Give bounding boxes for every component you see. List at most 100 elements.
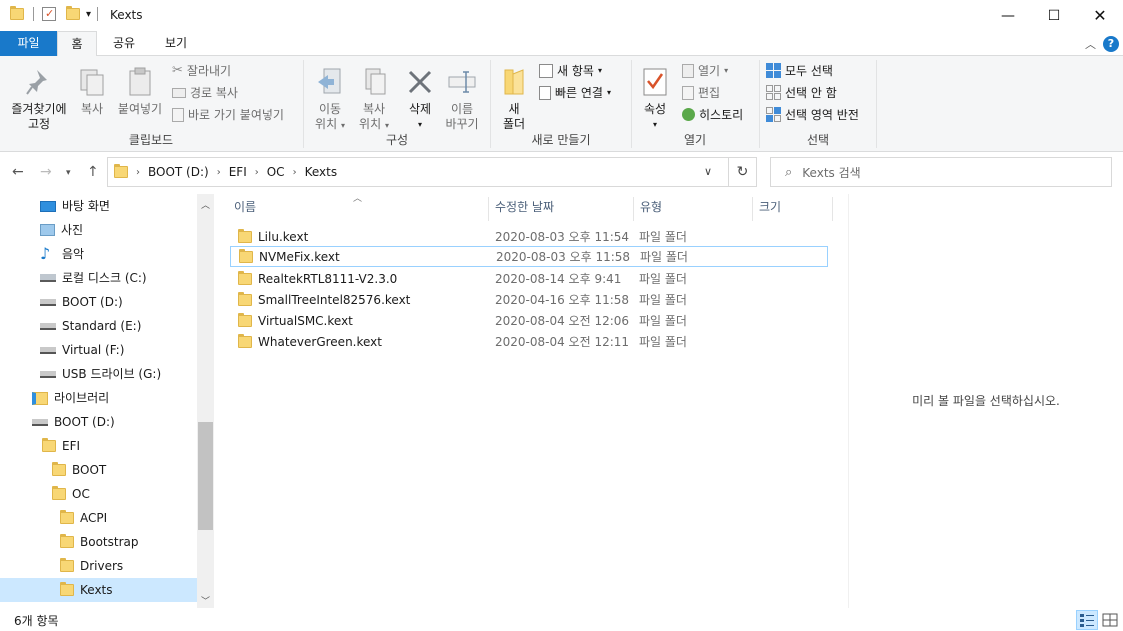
collapse-ribbon-chevron-icon[interactable]: ︿ xyxy=(1085,36,1096,52)
paste-button[interactable]: 붙여넣기 xyxy=(114,60,166,117)
easy-access-button[interactable]: 빠른 연결 ▾ xyxy=(539,84,611,101)
pin-label-line1: 즐겨찾기에 xyxy=(11,102,67,116)
open-button[interactable]: 열기 ▾ xyxy=(682,62,728,79)
move-to-button[interactable]: 이동 위치 ▾ xyxy=(308,60,352,133)
nav-item-label: Bootstrap xyxy=(80,535,139,549)
tab-share[interactable]: 공유 xyxy=(104,31,144,56)
edit-button[interactable]: 편집 xyxy=(682,84,720,101)
scroll-up-chevron-icon[interactable]: ︿ xyxy=(197,198,214,211)
nav-item-libraries[interactable]: 라이브러리 xyxy=(32,386,109,410)
column-header-size[interactable]: 크기 xyxy=(753,197,833,221)
file-row[interactable]: WhateverGreen.kext 2020-08-04 오전 12:11 파… xyxy=(230,331,828,352)
file-row[interactable]: Lilu.kext 2020-08-03 오후 11:54 파일 폴더 xyxy=(230,226,828,247)
delete-button[interactable]: 삭제 ▾ xyxy=(400,60,440,132)
breadcrumb-separator-icon[interactable]: › xyxy=(293,167,297,178)
breadcrumb-kexts[interactable]: Kexts xyxy=(305,165,338,179)
folder-icon xyxy=(238,270,252,285)
nav-item-drivers[interactable]: Drivers xyxy=(60,554,123,578)
nav-item-desktop[interactable]: 바탕 화면 xyxy=(40,194,110,218)
properties-icon[interactable]: ✓ xyxy=(42,7,56,21)
nav-item-standard-e[interactable]: Standard (E:) xyxy=(40,314,141,338)
file-row[interactable]: RealtekRTL8111-V2.3.0 2020-08-14 오후 9:41… xyxy=(230,268,828,289)
column-header-date[interactable]: 수정한 날짜 xyxy=(489,197,633,221)
breadcrumb-efi[interactable]: EFI xyxy=(229,165,247,179)
nav-item-oc[interactable]: OC xyxy=(52,482,90,506)
tab-file[interactable]: 파일 xyxy=(0,31,57,56)
help-icon[interactable]: ? xyxy=(1103,36,1119,52)
toolbar-divider xyxy=(97,7,99,21)
paste-shortcut-button[interactable]: 바로 가기 붙여넣기 xyxy=(172,106,284,123)
invert-selection-button[interactable]: 선택 영역 반전 xyxy=(766,106,859,123)
select-none-button[interactable]: 선택 안 함 xyxy=(766,84,837,101)
recent-locations-chevron-icon[interactable]: ▾ xyxy=(66,168,71,178)
folder-icon xyxy=(60,558,74,572)
file-row[interactable]: NVMeFix.kext 2020-08-03 오후 11:58 파일 폴더 xyxy=(230,246,828,267)
pin-label-line2: 고정 xyxy=(27,117,51,131)
copy-button[interactable]: 복사 xyxy=(74,60,110,117)
up-arrow-icon[interactable]: ↑ xyxy=(87,164,99,180)
rename-button[interactable]: 이름 바꾸기 xyxy=(440,60,484,132)
nav-item-music[interactable]: ♪ 음악 xyxy=(40,242,84,266)
nav-item-usb-g[interactable]: USB 드라이브 (G:) xyxy=(40,362,161,386)
minimize-button[interactable]: — xyxy=(985,0,1031,31)
breadcrumb-separator-icon[interactable]: › xyxy=(136,167,140,178)
history-button[interactable]: 히스토리 xyxy=(682,106,743,123)
refresh-button[interactable]: ↻ xyxy=(729,157,757,187)
search-box[interactable]: ⌕ Kexts 검색 xyxy=(770,157,1112,187)
file-name-cell: SmallTreeIntel82576.kext xyxy=(238,291,410,307)
search-placeholder: Kexts 검색 xyxy=(802,165,861,180)
breadcrumb-separator-icon[interactable]: › xyxy=(255,167,259,178)
breadcrumb-boot-drive[interactable]: BOOT (D:) xyxy=(148,165,209,179)
file-type: 파일 폴더 xyxy=(639,272,687,286)
nav-item-boot-d-tree[interactable]: BOOT (D:) xyxy=(32,410,115,434)
new-folder-icon[interactable] xyxy=(66,6,80,20)
dropdown-arrow-icon: ▾ xyxy=(417,120,422,129)
nav-item-label: 음악 xyxy=(62,247,85,261)
paste-icon xyxy=(129,67,151,96)
nav-item-local-disk-c[interactable]: 로컬 디스크 (C:) xyxy=(40,266,147,290)
file-type: 파일 폴더 xyxy=(639,230,687,244)
close-button[interactable]: ✕ xyxy=(1077,0,1123,31)
file-row[interactable]: VirtualSMC.kext 2020-08-04 오전 12:06 파일 폴… xyxy=(230,310,828,331)
customize-toolbar-chevron-icon[interactable]: ▾ xyxy=(86,9,91,20)
nav-item-boot-d[interactable]: BOOT (D:) xyxy=(40,290,123,314)
pin-quick-access-button[interactable]: 즐겨찾기에 고정 xyxy=(6,60,72,132)
breadcrumb-separator-icon[interactable]: › xyxy=(217,167,221,178)
address-history-chevron-icon[interactable]: ∨ xyxy=(704,165,712,178)
new-folder-button[interactable]: 새 폴더 xyxy=(497,60,531,132)
maximize-button[interactable]: ☐ xyxy=(1031,0,1077,31)
large-icons-view-button[interactable] xyxy=(1099,610,1121,630)
folder-icon xyxy=(42,438,56,452)
file-row[interactable]: SmallTreeIntel82576.kext 2020-04-16 오후 1… xyxy=(230,289,828,310)
tab-home[interactable]: 홈 xyxy=(57,31,97,57)
properties-button[interactable]: 속성 ▾ xyxy=(638,60,672,132)
column-header-name[interactable]: 이름 xyxy=(228,197,488,221)
file-type: 파일 폴더 xyxy=(639,335,687,349)
nav-scrollbar[interactable] xyxy=(197,194,214,608)
column-header-type[interactable]: 유형 xyxy=(634,197,752,221)
nav-item-acpi[interactable]: ACPI xyxy=(60,506,107,530)
forward-arrow-icon[interactable]: → xyxy=(40,164,52,180)
nav-item-kexts[interactable]: Kexts xyxy=(0,578,197,602)
breadcrumb-oc[interactable]: OC xyxy=(267,165,285,179)
details-view-button[interactable] xyxy=(1076,610,1098,630)
tab-view[interactable]: 보기 xyxy=(156,31,196,56)
back-arrow-icon[interactable]: ← xyxy=(12,164,24,180)
column-divider[interactable] xyxy=(832,197,833,221)
address-bar[interactable]: › BOOT (D:) › EFI › OC › Kexts xyxy=(107,157,729,187)
nav-item-virtual-f[interactable]: Virtual (F:) xyxy=(40,338,124,362)
nav-item-boot-folder[interactable]: BOOT xyxy=(52,458,106,482)
desktop-icon xyxy=(40,200,56,212)
select-all-button[interactable]: 모두 선택 xyxy=(766,62,833,79)
nav-item-pictures[interactable]: 사진 xyxy=(40,218,83,242)
nav-item-bootstrap[interactable]: Bootstrap xyxy=(60,530,138,554)
copy-path-button[interactable]: 경로 복사 xyxy=(172,84,238,101)
file-name-cell: NVMeFix.kext xyxy=(239,248,340,264)
nav-scrollbar-thumb[interactable] xyxy=(198,422,213,530)
copy-to-button[interactable]: 복사 위치 ▾ xyxy=(352,60,396,133)
new-item-button[interactable]: 새 항목 ▾ xyxy=(539,62,602,79)
cut-button[interactable]: ✂ 잘라내기 xyxy=(172,62,231,79)
nav-item-efi[interactable]: EFI xyxy=(42,434,80,458)
open-label: 열기 xyxy=(698,64,721,78)
scroll-down-chevron-icon[interactable]: ﹀ xyxy=(197,594,214,607)
